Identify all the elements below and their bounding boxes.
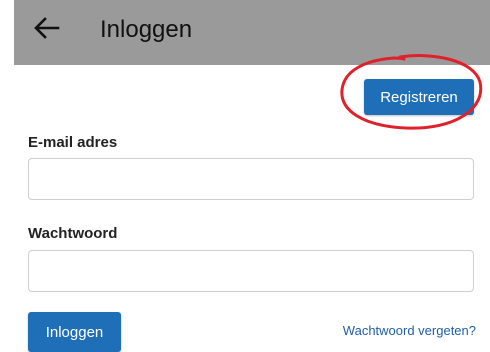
password-label: Wachtwoord (28, 225, 118, 242)
left-margin (0, 0, 14, 347)
email-label: E-mail adres (28, 134, 118, 151)
login-button[interactable]: Inloggen (28, 312, 121, 352)
page-title: Inloggen (100, 16, 193, 43)
email-field[interactable] (28, 158, 474, 200)
arrow-left-icon[interactable] (32, 13, 62, 43)
app-bar: Inloggen (14, 0, 490, 65)
forgot-password-link[interactable]: Wachtwoord vergeten? (343, 323, 476, 338)
register-button[interactable]: Registreren (364, 79, 474, 115)
password-field[interactable] (28, 250, 474, 292)
